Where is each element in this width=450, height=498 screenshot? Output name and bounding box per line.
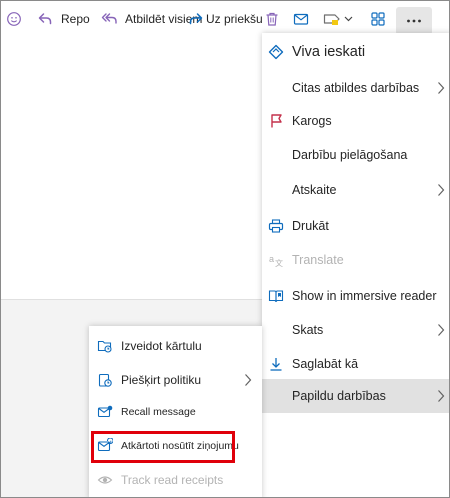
menu-item-label: Karogs: [292, 114, 332, 128]
menu-item-label: Translate: [292, 253, 344, 267]
menu-item-other-reply-actions[interactable]: Citas atbildes darbības: [262, 71, 449, 105]
forward-label: Uz priekšu: [206, 12, 263, 26]
recall-icon: [97, 404, 113, 420]
menu-item-label: Drukāt: [292, 219, 329, 233]
menu-item-translate[interactable]: a文 Translate: [262, 243, 449, 277]
menu-item-customize-actions[interactable]: Darbību pielāgošana: [262, 138, 449, 172]
submenu-item-label: Piešķirt politiku: [121, 373, 202, 387]
submenu-item-track-read-receipts[interactable]: Track read receipts: [89, 464, 262, 496]
chevron-down-icon[interactable]: [344, 16, 353, 22]
menu-item-print[interactable]: Drukāt: [262, 209, 449, 243]
svg-text:a: a: [269, 254, 274, 264]
chevron-right-icon: [244, 373, 252, 387]
reply-icon: [37, 11, 53, 27]
highlight-box: [91, 431, 235, 463]
label-icon: [323, 11, 341, 27]
reply-all-button[interactable]: Atbildēt visiem: [101, 1, 202, 37]
chevron-right-icon: [437, 389, 445, 403]
delete-button[interactable]: [264, 1, 280, 37]
chevron-right-icon: [437, 183, 445, 197]
categorize-button[interactable]: [323, 1, 353, 37]
menu-item-label: Citas atbildes darbības: [292, 81, 420, 95]
rule-icon: [97, 338, 113, 354]
reply-all-icon: [101, 11, 119, 27]
delete-icon: [264, 11, 280, 27]
emoji-icon: [6, 11, 22, 27]
submenu-item-create-rule[interactable]: Izveidot kārtulu: [89, 330, 262, 362]
more-icon: [406, 19, 422, 23]
menu-item-label: Saglabāt kā: [292, 357, 359, 371]
reply-label: Repo: [61, 12, 90, 26]
message-toolbar: Repo Atbildēt visiem Uz priekšu: [1, 1, 449, 37]
menu-item-report[interactable]: Atskaite: [262, 173, 449, 207]
menu-item-save-as[interactable]: Saglabāt kā: [262, 347, 449, 381]
read-receipt-icon: [97, 472, 113, 488]
more-actions-button[interactable]: [396, 7, 432, 35]
menu-item-label: Papildu darbības: [292, 389, 386, 403]
menu-item-immersive-reader[interactable]: Show in immersive reader: [262, 279, 449, 313]
more-actions-menu: Viva ieskati Citas atbildes darbības Kar…: [262, 33, 449, 497]
flag-icon: [268, 113, 284, 129]
submenu-item-label: Recall message: [121, 406, 196, 418]
print-icon: [268, 218, 284, 234]
forward-icon: [189, 11, 203, 27]
chevron-right-icon: [437, 81, 445, 95]
chevron-right-icon: [437, 323, 445, 337]
menu-item-more-actions[interactable]: Papildu darbības: [262, 379, 449, 413]
menu-item-view[interactable]: Skats: [262, 313, 449, 347]
translate-icon: a文: [268, 252, 284, 268]
policy-icon: [97, 372, 113, 388]
menu-item-label: Show in immersive reader: [292, 289, 437, 303]
menu-item-label: Skats: [292, 323, 324, 337]
forward-button[interactable]: Uz priekšu: [189, 1, 263, 37]
apps-button[interactable]: [370, 1, 386, 37]
email-window: Repo Atbildēt visiem Uz priekšu Viva ies…: [0, 0, 450, 498]
submenu-item-recall-message[interactable]: Recall message: [89, 396, 262, 428]
viva-icon: [268, 44, 284, 60]
submenu-item-label: Track read receipts: [121, 473, 224, 487]
more-actions-submenu: Izveidot kārtulu Piešķirt politiku Recal…: [89, 326, 262, 497]
mail-icon: [293, 11, 309, 27]
menu-item-flag[interactable]: Karogs: [262, 104, 449, 138]
reply-button[interactable]: Repo: [37, 1, 90, 37]
menu-item-label: Atskaite: [292, 183, 337, 197]
svg-text:文: 文: [275, 258, 283, 268]
menu-item-label: Viva ieskati: [292, 44, 366, 60]
menu-item-label: Darbību pielāgošana: [292, 148, 408, 162]
emoji-button[interactable]: [6, 1, 22, 37]
menu-item-viva-insights[interactable]: Viva ieskati: [262, 35, 449, 69]
immersive-reader-icon: [268, 288, 284, 304]
apps-icon: [370, 11, 386, 27]
submenu-item-assign-policy[interactable]: Piešķirt politiku: [89, 364, 262, 396]
submenu-item-label: Izveidot kārtulu: [121, 339, 202, 353]
download-icon: [268, 356, 284, 372]
mark-read-button[interactable]: [293, 1, 309, 37]
